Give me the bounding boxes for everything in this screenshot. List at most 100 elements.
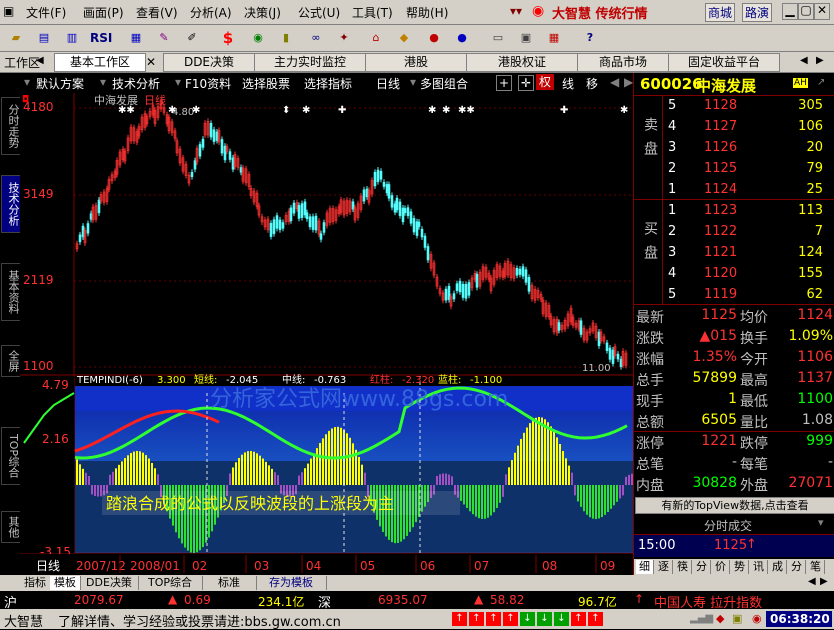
right-tab[interactable]: 笔 bbox=[807, 560, 825, 574]
help-icon[interactable]: ? bbox=[580, 28, 600, 48]
draw-icon[interactable]: ✎ bbox=[154, 28, 174, 48]
notepad-icon[interactable]: ▭ bbox=[488, 28, 508, 48]
brand-icon[interactable]: ● bbox=[424, 28, 444, 48]
dropdown-arrow-icon[interactable]: ▾ bbox=[410, 75, 416, 89]
right-tab[interactable]: 逐 bbox=[655, 560, 673, 574]
plus-icon[interactable]: + bbox=[496, 75, 512, 91]
bars-icon[interactable]: ▮ bbox=[276, 28, 296, 48]
sell-level: 3 bbox=[668, 140, 677, 155]
tab-hk-stock[interactable]: 港股 bbox=[365, 53, 467, 72]
tab-dde-decision[interactable]: DDE决策 bbox=[80, 576, 139, 590]
dropdown-arrow-icon[interactable]: ▾ bbox=[100, 75, 106, 89]
tech-analysis-button[interactable]: 技术分析 bbox=[112, 75, 160, 92]
price-axis-label: 2119 bbox=[23, 273, 54, 287]
quote-label: 涨幅 bbox=[636, 352, 664, 368]
side-tab-top[interactable]: TOP综合 bbox=[1, 427, 21, 485]
right-tab[interactable]: 讯 bbox=[750, 560, 768, 574]
chevron-right-icon[interactable]: ▶ bbox=[820, 576, 828, 587]
tab-fixed-income[interactable]: 固定收益平台 bbox=[668, 53, 780, 72]
minimize-icon[interactable]: ▁ bbox=[782, 3, 798, 20]
adjust-toggle[interactable]: 权 bbox=[536, 74, 554, 90]
dropdown-arrow-icon[interactable]: ▾ bbox=[175, 75, 181, 89]
menu-decision[interactable]: 决策(J) bbox=[244, 4, 281, 21]
tab-main-monitor[interactable]: 主力实时监控 bbox=[254, 53, 366, 72]
tab-basic-workspace[interactable]: 基本工作区 bbox=[54, 53, 146, 72]
chevron-left-icon[interactable]: ◀ bbox=[808, 576, 816, 587]
eye-icon[interactable]: ◉ bbox=[248, 28, 268, 48]
binoculars-icon[interactable]: ∞ bbox=[306, 28, 326, 48]
mall-button[interactable]: 商城 bbox=[705, 3, 736, 22]
side-tab-fullscreen[interactable]: 全屏 bbox=[1, 345, 21, 377]
svg-text:✱: ✱ bbox=[620, 105, 628, 116]
right-tab[interactable]: 成 bbox=[769, 560, 787, 574]
grid-icon[interactable]: ▦ bbox=[126, 28, 146, 48]
tab-indicator[interactable]: 指标 bbox=[20, 576, 51, 590]
calculator-icon[interactable]: ▣ bbox=[516, 28, 536, 48]
menu-view-screen[interactable]: 画面(P) bbox=[83, 4, 124, 21]
info-icon[interactable]: ● bbox=[452, 28, 472, 48]
radar-icon[interactable]: ✦ bbox=[334, 28, 354, 48]
chart-period: 日线 bbox=[144, 93, 166, 107]
tab-standard[interactable]: 标准 bbox=[202, 576, 257, 590]
side-tab-technical[interactable]: 技术分析 bbox=[1, 175, 21, 233]
tab-hk-warrant[interactable]: 港股权证 bbox=[466, 53, 578, 72]
chevron-left-icon[interactable]: ◀ bbox=[610, 75, 619, 89]
shift-toggle[interactable]: 移 bbox=[586, 75, 598, 92]
right-tab[interactable]: 分 bbox=[788, 560, 806, 574]
multi-chart-button[interactable]: 多图组合 bbox=[420, 75, 468, 92]
minute-chart-icon[interactable]: ▤ bbox=[34, 28, 54, 48]
menu-help[interactable]: 帮助(H) bbox=[406, 4, 448, 21]
close-icon[interactable]: ✕ bbox=[814, 3, 830, 20]
chevron-left-icon[interactable]: ◀ bbox=[36, 55, 44, 66]
chevron-down-icon[interactable]: ▾ bbox=[818, 516, 824, 529]
chevron-right-icon[interactable]: ▶ bbox=[816, 55, 824, 66]
crosshair-icon[interactable]: ✛ bbox=[518, 75, 534, 91]
tab-commodity[interactable]: 商品市场 bbox=[577, 53, 669, 72]
menu-view[interactable]: 查看(V) bbox=[136, 4, 178, 21]
pencil-icon[interactable]: ✐ bbox=[182, 28, 202, 48]
dropdown-arrow-icon[interactable]: ▾ bbox=[24, 75, 30, 89]
folder-icon[interactable]: ▰ bbox=[6, 28, 26, 48]
right-tab[interactable]: 细 bbox=[636, 560, 654, 574]
tab-dde[interactable]: DDE决策 bbox=[163, 53, 255, 72]
menu-tools[interactable]: 工具(T) bbox=[352, 4, 393, 21]
kline-chart-icon[interactable]: ▥ bbox=[62, 28, 82, 48]
default-scheme-button[interactable]: 默认方案 bbox=[36, 75, 84, 92]
rsi-icon[interactable]: RSI bbox=[90, 28, 112, 48]
topview-notice[interactable]: 有新的TopView数据,点击查看 bbox=[635, 497, 834, 514]
blue-bar-label: 蓝柱: bbox=[438, 373, 461, 386]
side-tab-basic-info[interactable]: 基本资料 bbox=[1, 263, 21, 321]
roadshow-button[interactable]: 路演 bbox=[742, 3, 773, 22]
right-tab[interactable]: 分 bbox=[693, 560, 711, 574]
kline-chart[interactable]: 4180 3149 2119 1100 ◘ 中海发展 日线 4.80 11.00… bbox=[20, 93, 633, 575]
buy-price: 1120 bbox=[704, 266, 738, 281]
menu-file[interactable]: 文件(F) bbox=[26, 4, 66, 21]
f10-button[interactable]: F10资料 bbox=[185, 75, 231, 92]
daily-period-button[interactable]: 日线 bbox=[376, 75, 400, 92]
side-tab-minute[interactable]: 分时走势 bbox=[1, 97, 21, 155]
date-label: 06 bbox=[420, 559, 435, 573]
chevron-right-icon[interactable]: ▶ bbox=[624, 75, 633, 89]
right-tab[interactable]: 筷 bbox=[674, 560, 692, 574]
side-tab-other[interactable]: 其他 bbox=[1, 511, 21, 543]
tab-save-template[interactable]: 存为模板 bbox=[256, 576, 327, 590]
select-indicator-button[interactable]: 选择指标 bbox=[304, 75, 352, 92]
menu-formula[interactable]: 公式(U) bbox=[298, 4, 340, 21]
expand-icon[interactable]: ↗ bbox=[817, 77, 825, 88]
tile-icon[interactable]: ▦ bbox=[544, 28, 564, 48]
maximize-icon[interactable]: ▢ bbox=[798, 3, 814, 20]
home-icon[interactable]: ⌂ bbox=[366, 28, 386, 48]
dollar-icon[interactable]: $ bbox=[218, 28, 238, 48]
tab-top-overall[interactable]: TOP综合 bbox=[138, 576, 203, 590]
tab-template[interactable]: 模板 bbox=[50, 576, 81, 590]
dropdown-icon[interactable]: ▾▾ bbox=[510, 4, 522, 18]
menu-analyze[interactable]: 分析(A) bbox=[190, 4, 232, 21]
chevron-left-icon[interactable]: ◀ bbox=[800, 55, 808, 66]
line-toggle[interactable]: 线 bbox=[562, 75, 574, 92]
right-tab[interactable]: 价 bbox=[712, 560, 730, 574]
red-bar-label: 红柱: bbox=[370, 373, 393, 386]
close-tab-icon[interactable]: ✕ bbox=[146, 55, 156, 69]
select-stock-button[interactable]: 选择股票 bbox=[242, 75, 290, 92]
right-tab[interactable]: 势 bbox=[731, 560, 749, 574]
diamond-icon[interactable]: ◆ bbox=[394, 28, 414, 48]
